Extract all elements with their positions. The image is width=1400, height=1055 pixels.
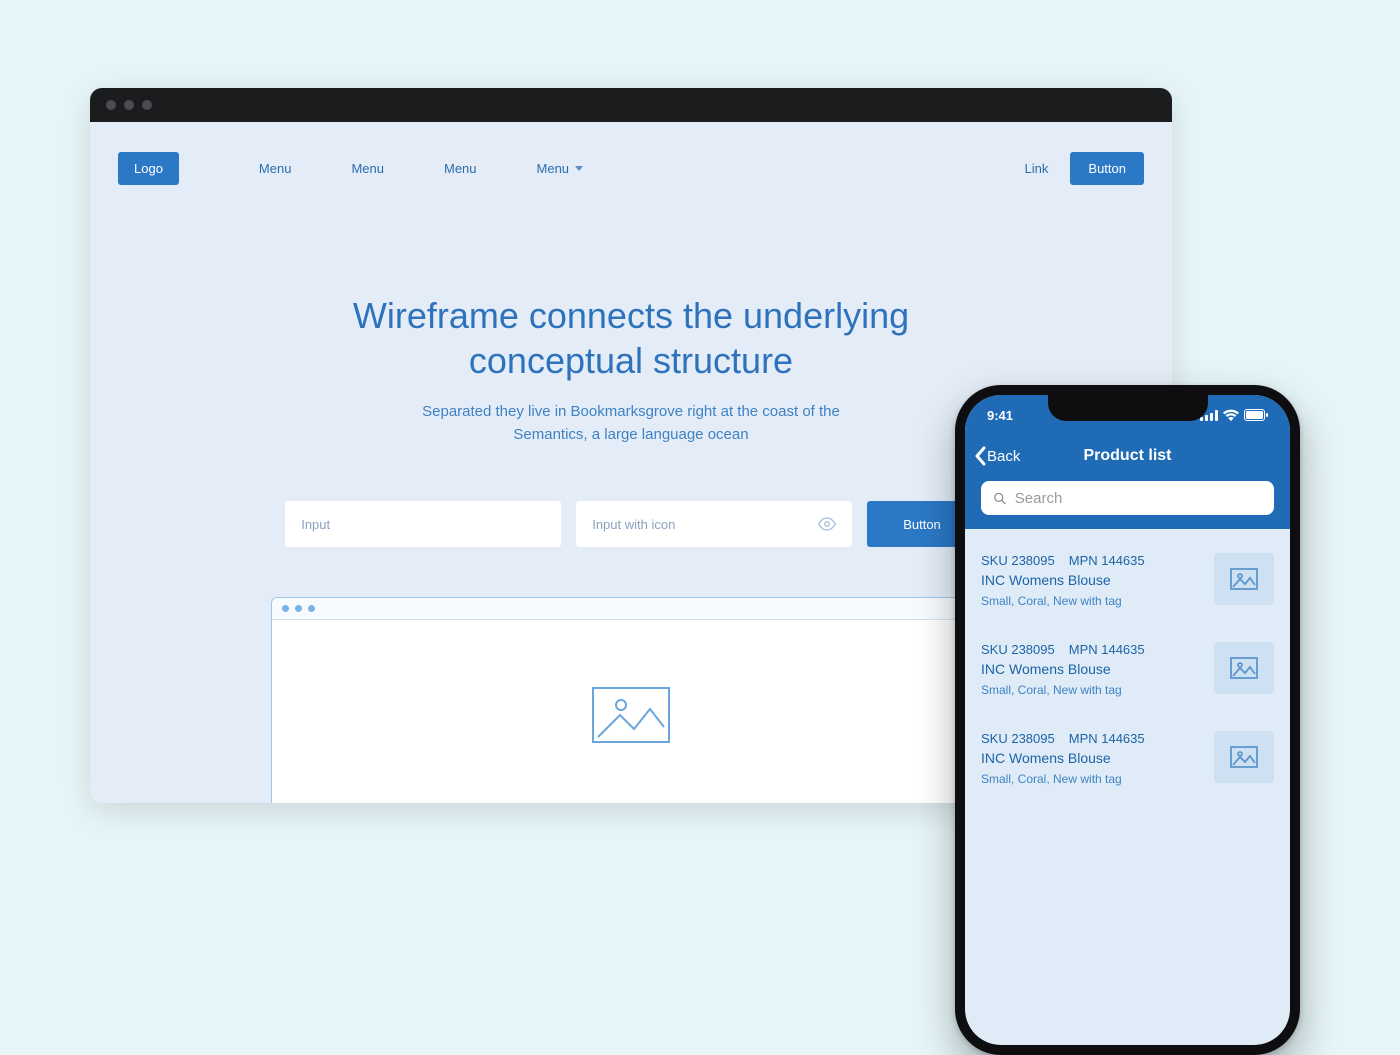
statusbar-time: 9:41 bbox=[987, 408, 1013, 423]
mock-titlebar bbox=[272, 598, 990, 620]
battery-icon bbox=[1244, 409, 1268, 421]
product-sub: Small, Coral, New with tag bbox=[981, 683, 1145, 697]
image-placeholder-icon bbox=[1230, 657, 1258, 679]
nav-button[interactable]: Button bbox=[1070, 152, 1144, 185]
menu-item-1[interactable]: Menu bbox=[259, 161, 292, 176]
menu-label: Menu bbox=[351, 161, 384, 176]
product-name: INC Womens Blouse bbox=[981, 750, 1145, 766]
mpn: MPN 144635 bbox=[1069, 731, 1145, 746]
image-placeholder-icon bbox=[1230, 746, 1258, 768]
logo[interactable]: Logo bbox=[118, 152, 179, 185]
product-sub: Small, Coral, New with tag bbox=[981, 594, 1145, 608]
sku: SKU 238095 bbox=[981, 731, 1055, 746]
sku: SKU 238095 bbox=[981, 642, 1055, 657]
list-item[interactable]: SKU 238095 MPN 144635 INC Womens Blouse … bbox=[981, 539, 1274, 628]
product-list: SKU 238095 MPN 144635 INC Womens Blouse … bbox=[965, 529, 1290, 816]
menu-item-3[interactable]: Menu bbox=[444, 161, 477, 176]
mpn: MPN 144635 bbox=[1069, 642, 1145, 657]
mock-dot-icon bbox=[295, 605, 302, 612]
thumbnail bbox=[1214, 642, 1274, 694]
hero-subtitle: Separated they live in Bookmarksgrove ri… bbox=[401, 401, 861, 446]
phone-screen: 9:41 Back Product list bbox=[965, 395, 1290, 1045]
search-bar-container bbox=[965, 477, 1290, 529]
image-placeholder-window bbox=[271, 597, 991, 803]
menu-label: Menu bbox=[444, 161, 477, 176]
phone-mockup: 9:41 Back Product list bbox=[955, 385, 1300, 1055]
nav-link[interactable]: Link bbox=[1025, 161, 1049, 176]
statusbar-icons bbox=[1200, 409, 1268, 421]
wifi-icon bbox=[1223, 409, 1239, 421]
sku: SKU 238095 bbox=[981, 553, 1055, 568]
traffic-light-minimize-icon[interactable] bbox=[124, 100, 134, 110]
image-placeholder-icon bbox=[1230, 568, 1258, 590]
eye-icon[interactable] bbox=[818, 515, 836, 533]
search-field[interactable] bbox=[1015, 490, 1262, 507]
back-label: Back bbox=[987, 448, 1020, 465]
chevron-down-icon bbox=[575, 166, 583, 171]
menu-item-4[interactable]: Menu bbox=[537, 161, 584, 176]
input-1[interactable]: Input bbox=[285, 501, 561, 547]
browser-titlebar bbox=[90, 88, 1172, 122]
thumbnail bbox=[1214, 553, 1274, 605]
mock-dot-icon bbox=[282, 605, 289, 612]
back-button[interactable]: Back bbox=[973, 446, 1020, 466]
phone-navbar: Back Product list bbox=[965, 435, 1290, 477]
traffic-light-zoom-icon[interactable] bbox=[142, 100, 152, 110]
menu-items: Menu Menu Menu Menu bbox=[259, 161, 583, 176]
product-name: INC Womens Blouse bbox=[981, 572, 1145, 588]
product-name: INC Womens Blouse bbox=[981, 661, 1145, 677]
list-item[interactable]: SKU 238095 MPN 144635 INC Womens Blouse … bbox=[981, 628, 1274, 717]
chevron-left-icon bbox=[973, 446, 987, 466]
input-placeholder: Input bbox=[301, 517, 330, 532]
menu-label: Menu bbox=[259, 161, 292, 176]
mock-dot-icon bbox=[308, 605, 315, 612]
hero-title: Wireframe connects the underlying concep… bbox=[306, 293, 956, 383]
menu-label: Menu bbox=[537, 161, 570, 176]
search-input[interactable] bbox=[981, 481, 1274, 515]
mpn: MPN 144635 bbox=[1069, 553, 1145, 568]
phone-notch bbox=[1048, 395, 1208, 421]
traffic-light-close-icon[interactable] bbox=[106, 100, 116, 110]
top-nav: Logo Menu Menu Menu Menu Link Button bbox=[90, 122, 1172, 185]
product-sub: Small, Coral, New with tag bbox=[981, 772, 1145, 786]
search-icon bbox=[993, 491, 1007, 506]
input-placeholder: Input with icon bbox=[592, 517, 675, 532]
input-2[interactable]: Input with icon bbox=[576, 501, 852, 547]
image-placeholder-icon bbox=[592, 687, 670, 743]
phone-title: Product list bbox=[1083, 447, 1171, 465]
thumbnail bbox=[1214, 731, 1274, 783]
list-item[interactable]: SKU 238095 MPN 144635 INC Womens Blouse … bbox=[981, 717, 1274, 806]
menu-item-2[interactable]: Menu bbox=[351, 161, 384, 176]
